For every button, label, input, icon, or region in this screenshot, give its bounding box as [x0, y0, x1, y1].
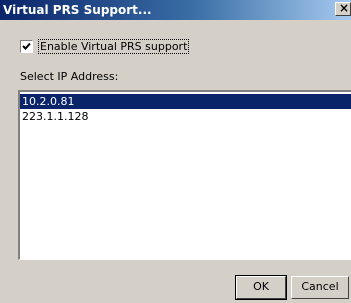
ip-list-item[interactable]: 10.2.0.81: [20, 94, 351, 109]
enable-virtual-prs-label[interactable]: Enable Virtual PRS support: [38, 39, 190, 54]
ip-list-item[interactable]: 223.1.1.128: [20, 109, 351, 124]
select-ip-label: Select IP Address:: [20, 70, 119, 83]
enable-virtual-prs-checkbox[interactable]: [20, 40, 33, 53]
cancel-button[interactable]: Cancel: [291, 276, 349, 299]
close-icon: ×: [339, 1, 350, 15]
window-title: Virtual PRS Support...: [3, 3, 152, 17]
ip-address-listbox[interactable]: 10.2.0.81 223.1.1.128: [18, 90, 351, 260]
ok-button[interactable]: OK: [235, 275, 287, 300]
title-bar: Virtual PRS Support... ×: [0, 0, 351, 20]
checkmark-icon: [22, 42, 31, 50]
close-button[interactable]: ×: [335, 1, 351, 16]
